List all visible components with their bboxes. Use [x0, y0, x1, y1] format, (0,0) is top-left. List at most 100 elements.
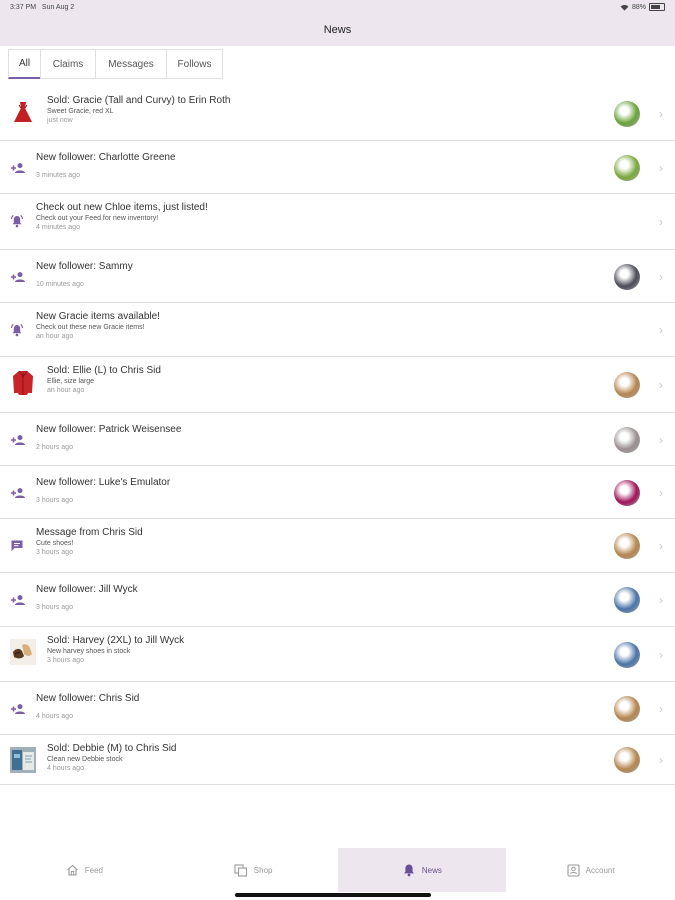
news-row-title: New follower: Chris Sid	[36, 693, 140, 704]
news-row-time: 3 hours ago	[47, 657, 84, 664]
news-row-text: New follower: Jill Wyck 3 hours ago	[36, 584, 138, 612]
avatar[interactable]	[614, 696, 640, 722]
news-row-follower[interactable]: New follower: Luke's Emulator 3 hours ago…	[0, 466, 675, 519]
bottom-nav: Feed Shop News Account	[0, 848, 675, 892]
add-person-icon	[10, 433, 26, 451]
news-row-text: New follower: Chris Sid 4 hours ago	[36, 693, 139, 721]
clothes-thumbnail	[10, 747, 36, 778]
news-row-title: New follower: Sammy	[36, 261, 133, 272]
bell-ringing-icon	[10, 323, 24, 342]
bottom-tab-account-label: Account	[585, 865, 615, 875]
bottom-tab-news-label: News	[421, 865, 442, 875]
news-row-subtitle: Cute shoes!	[36, 540, 74, 547]
tab-messages[interactable]: Messages	[95, 49, 166, 79]
news-row-title: Sold: Gracie (Tall and Curvy) to Erin Ro…	[47, 95, 231, 106]
news-row-alert[interactable]: New Gracie items available! Check out the…	[0, 303, 675, 357]
news-row-time: an hour ago	[47, 387, 85, 394]
news-row-time: 4 hours ago	[36, 713, 73, 720]
red-dress-thumbnail	[10, 99, 36, 130]
news-row-time: 2 hours ago	[36, 444, 73, 451]
news-row-sold[interactable]: Sold: Gracie (Tall and Curvy) to Erin Ro…	[0, 87, 675, 141]
news-row-text: Sold: Debbie (M) to Chris Sid Clean new D…	[47, 743, 177, 773]
news-row-text: New follower: Luke's Emulator 3 hours ago	[36, 477, 170, 505]
chevron-right-icon: ›	[659, 270, 663, 284]
news-row-sold[interactable]: Sold: Debbie (M) to Chris Sid Clean new D…	[0, 735, 675, 785]
news-row-follower[interactable]: New follower: Sammy 10 minutes ago ›	[0, 250, 675, 303]
news-row-title: Check out new Chloe items, just listed!	[36, 202, 208, 213]
red-jacket-thumbnail	[10, 369, 36, 402]
news-row-time: 4 hours ago	[47, 765, 84, 772]
tab-all[interactable]: All	[8, 49, 40, 79]
news-row-sold[interactable]: Sold: Ellie (L) to Chris Sid Ellie, size …	[0, 357, 675, 413]
news-row-text: Check out new Chloe items, just listed! C…	[36, 202, 208, 232]
news-row-title: New follower: Charlotte Greene	[36, 152, 176, 163]
avatar[interactable]	[614, 427, 640, 453]
news-row-subtitle: New harvey shoes in stock	[47, 648, 131, 655]
page-title: News	[323, 24, 352, 36]
news-row-title: Message from Chris Sid	[36, 527, 143, 538]
news-row-follower[interactable]: New follower: Patrick Weisensee 2 hours a…	[0, 413, 675, 466]
news-row-subtitle: Check out your Feed for new inventory!	[36, 215, 159, 222]
chevron-right-icon: ›	[659, 593, 663, 607]
top-bar: 3:37 PM Sun Aug 2 88% News	[0, 0, 675, 46]
avatar[interactable]	[614, 642, 640, 668]
tab-claims[interactable]: Claims	[40, 49, 95, 79]
news-row-text: New Gracie items available! Check out the…	[36, 311, 160, 341]
news-row-time: 3 hours ago	[36, 497, 73, 504]
avatar[interactable]	[614, 372, 640, 398]
account-icon	[567, 863, 580, 877]
avatar[interactable]	[614, 533, 640, 559]
avatar[interactable]	[614, 747, 640, 773]
news-row-title: New Gracie items available!	[36, 311, 160, 322]
chevron-right-icon: ›	[659, 486, 663, 500]
add-person-icon	[10, 702, 26, 720]
news-row-text: Message from Chris Sid Cute shoes! 3 hours…	[36, 527, 143, 557]
home-icon	[66, 864, 78, 876]
home-indicator	[235, 893, 431, 897]
news-row-time: 10 minutes ago	[36, 281, 84, 288]
bottom-tab-news[interactable]: News	[337, 848, 507, 892]
bell-ringing-icon	[10, 214, 24, 233]
chevron-right-icon: ›	[659, 323, 663, 337]
news-row-subtitle: Ellie, size large	[47, 378, 95, 385]
news-row-follower[interactable]: New follower: Charlotte Greene 3 minutes …	[0, 141, 675, 194]
news-row-message[interactable]: Message from Chris Sid Cute shoes! 3 hours…	[0, 519, 675, 573]
news-row-time: an hour ago	[36, 333, 74, 340]
shoes-thumbnail	[10, 639, 36, 670]
news-row-time: 3 minutes ago	[36, 172, 80, 179]
avatar[interactable]	[614, 264, 640, 290]
bottom-tab-shop[interactable]: Shop	[169, 848, 338, 892]
news-row-text: New follower: Patrick Weisensee 2 hours a…	[36, 424, 181, 452]
add-person-icon	[10, 593, 26, 611]
news-row-follower[interactable]: New follower: Chris Sid 4 hours ago ›	[0, 682, 675, 735]
bottom-tab-account[interactable]: Account	[506, 848, 675, 892]
add-person-icon	[10, 161, 26, 179]
wifi-icon	[620, 4, 629, 11]
avatar[interactable]	[614, 101, 640, 127]
news-row-subtitle: Clean new Debbie stock	[47, 756, 123, 763]
chevron-right-icon: ›	[659, 648, 663, 662]
news-row-text: New follower: Charlotte Greene 3 minutes …	[36, 152, 176, 180]
chevron-right-icon: ›	[659, 702, 663, 716]
avatar[interactable]	[614, 155, 640, 181]
tab-follows[interactable]: Follows	[166, 49, 223, 79]
news-row-alert[interactable]: Check out new Chloe items, just listed! C…	[0, 194, 675, 250]
news-row-text: Sold: Gracie (Tall and Curvy) to Erin Ro…	[47, 95, 230, 125]
news-row-follower[interactable]: New follower: Jill Wyck 3 hours ago ›	[0, 573, 675, 627]
news-row-sold[interactable]: Sold: Harvey (2XL) to Jill Wyck New harve…	[0, 627, 675, 682]
add-person-icon	[10, 486, 26, 504]
bottom-tab-feed[interactable]: Feed	[0, 848, 169, 892]
news-row-title: New follower: Patrick Weisensee	[36, 424, 182, 435]
avatar[interactable]	[614, 480, 640, 506]
shop-icon	[234, 863, 247, 877]
news-row-text: New follower: Sammy 10 minutes ago	[36, 261, 133, 289]
bell-icon	[403, 864, 414, 877]
filter-tabs: All Claims Messages Follows	[8, 49, 223, 79]
chevron-right-icon: ›	[659, 215, 663, 229]
bottom-tab-shop-label: Shop	[253, 865, 273, 875]
news-row-time: 3 hours ago	[36, 549, 73, 556]
status-bar-time: 3:37 PM Sun Aug 2	[10, 4, 75, 11]
avatar[interactable]	[614, 587, 640, 613]
news-row-text: Sold: Ellie (L) to Chris Sid Ellie, size …	[47, 365, 161, 395]
chevron-right-icon: ›	[659, 161, 663, 175]
